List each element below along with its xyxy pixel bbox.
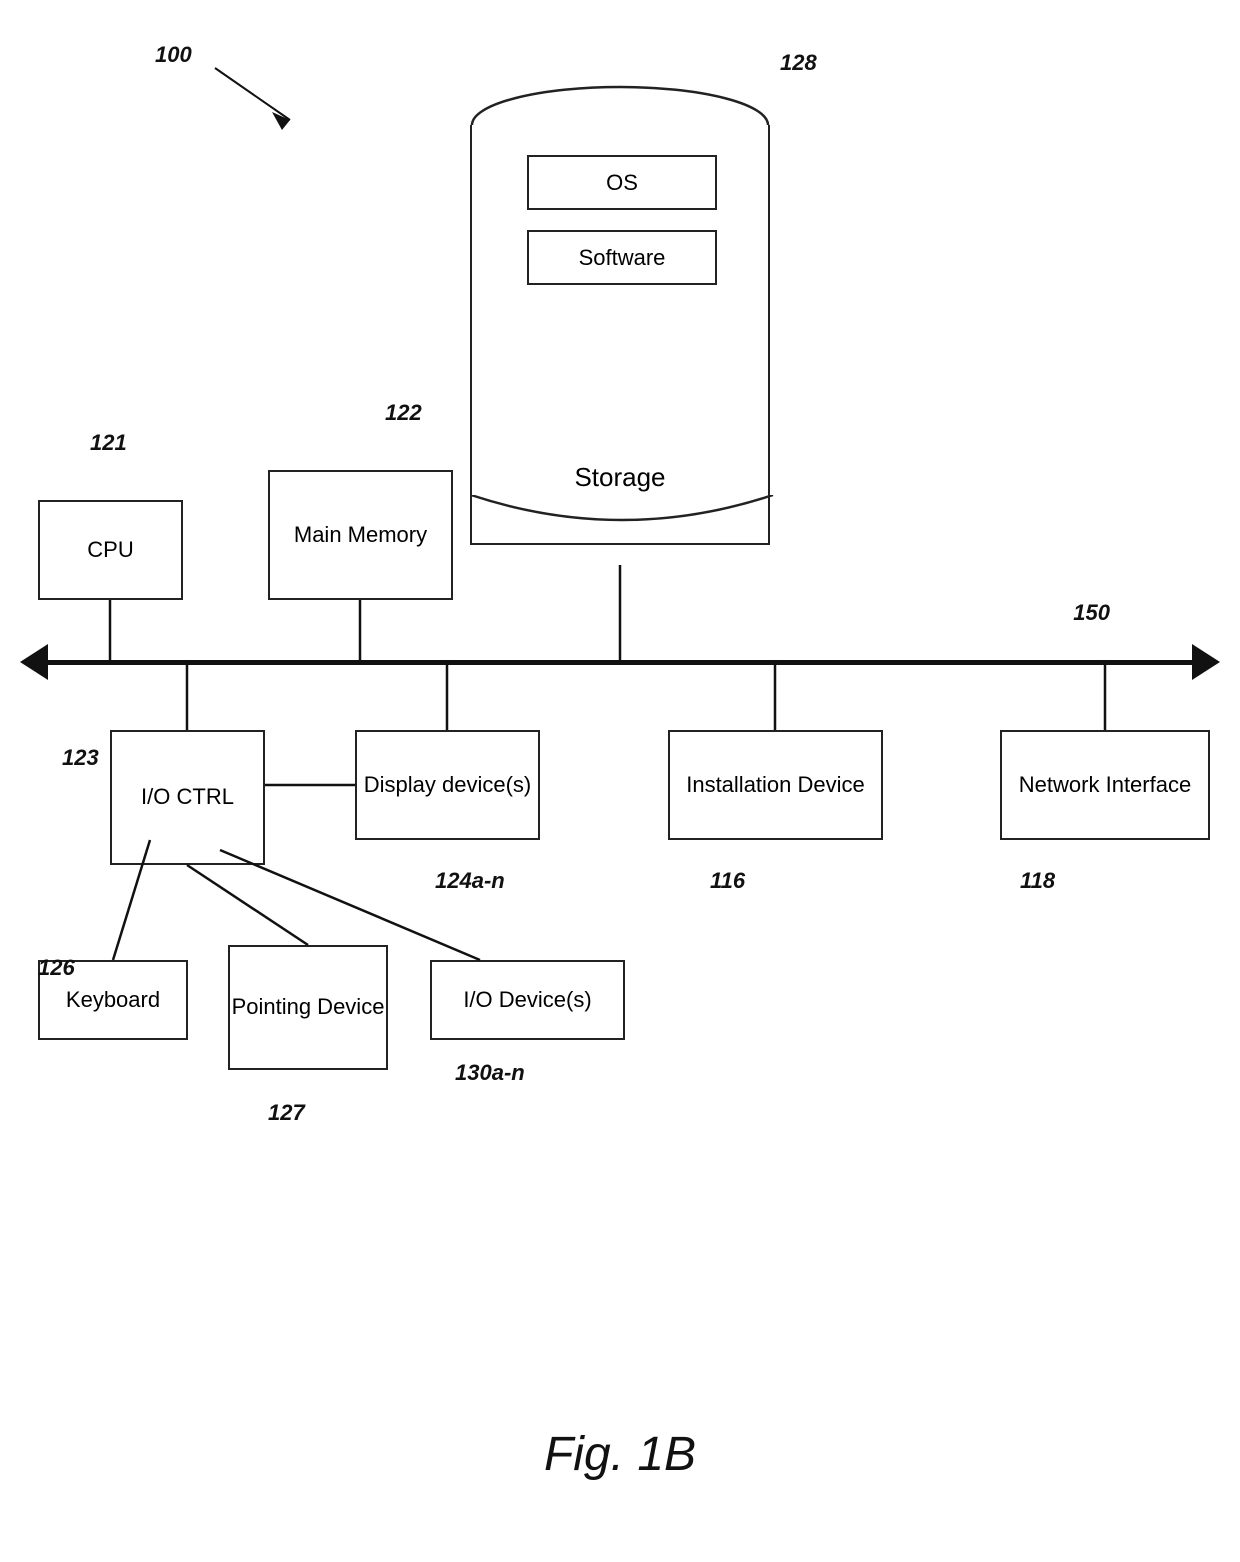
ref-124an: 124a-n: [435, 868, 505, 894]
bus-line: [35, 660, 1205, 665]
io-devices-box: I/O Device(s): [430, 960, 625, 1040]
ref-118: 118: [1020, 868, 1055, 894]
ref-116: 116: [710, 868, 745, 894]
ref-121: 121: [90, 430, 127, 456]
storage-label: Storage: [472, 462, 768, 493]
cylinder-bottom-svg: [470, 495, 774, 545]
display-box: Display device(s): [355, 730, 540, 840]
diagram: 100 OS Software Storage 128: [0, 0, 1240, 1562]
cpu-box: CPU: [38, 500, 183, 600]
bus-arrow-left: [20, 644, 48, 680]
installation-box: Installation Device: [668, 730, 883, 840]
ref-126: 126: [38, 955, 75, 981]
software-box: Software: [527, 230, 717, 285]
main-memory-box: Main Memory: [268, 470, 453, 600]
bus-arrow-right: [1192, 644, 1220, 680]
io-ctrl-box: I/O CTRL: [110, 730, 265, 865]
ref-123: 123: [62, 745, 99, 771]
ref-128: 128: [780, 50, 817, 76]
ref-122: 122: [385, 400, 422, 426]
os-box: OS: [527, 155, 717, 210]
fig-caption: Fig. 1B: [0, 1427, 1240, 1482]
pointing-box: Pointing Device: [228, 945, 388, 1070]
ref-127: 127: [268, 1100, 305, 1126]
ref-150: 150: [1073, 600, 1110, 626]
network-box: Network Interface: [1000, 730, 1210, 840]
ref-130an: 130a-n: [455, 1060, 525, 1086]
ref-100: 100: [155, 42, 192, 68]
cylinder-body: OS Software Storage: [470, 125, 770, 545]
storage-cylinder: OS Software Storage: [470, 85, 770, 565]
